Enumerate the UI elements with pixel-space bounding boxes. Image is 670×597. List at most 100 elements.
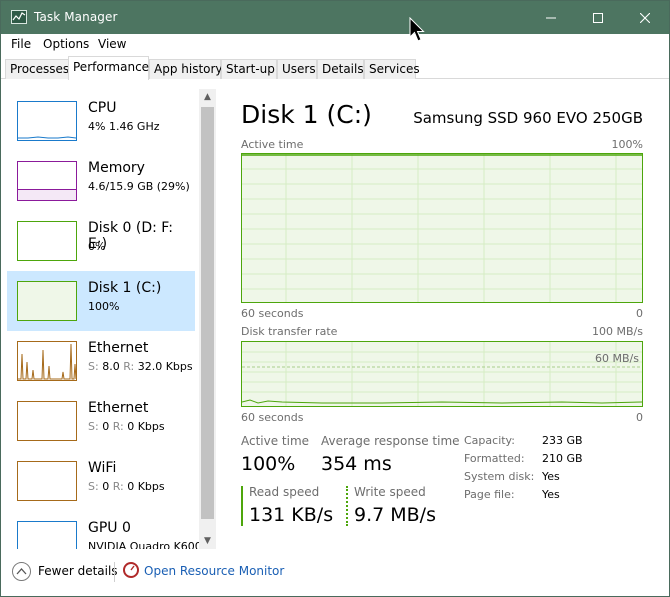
sidebar-item-ethernet-2[interactable]: Ethernet S: 0 R: 0 Kbps xyxy=(7,391,195,451)
tab-details[interactable]: Details xyxy=(317,59,364,79)
transfer-rate-grid xyxy=(242,342,642,406)
sidebar-item-ethernet-1[interactable]: Ethernet S: 8.0 R: 32.0 Kbps xyxy=(7,331,195,391)
sidebar-item-subtitle: 100% xyxy=(88,300,120,313)
performance-sidebar: CPU 4% 1.46 GHz Memory 4.6/15.9 GB (29%)… xyxy=(7,89,217,549)
sidebar-item-disk-0[interactable]: Disk 0 (D: F: E:) 0% xyxy=(7,211,195,271)
footer-bar: Fewer details Open Resource Monitor xyxy=(1,557,669,596)
cpu-thumbnail-graph xyxy=(17,101,77,141)
transfer-rate-graph-min: 0 xyxy=(636,411,643,424)
sidebar-item-gpu-0[interactable]: GPU 0 NVIDIA Quadro K600 xyxy=(7,511,202,549)
formatted-value: 210 GB xyxy=(542,452,583,465)
ethernet-1-thumbnail-graph xyxy=(17,341,77,381)
maximize-icon xyxy=(593,12,603,23)
menu-view[interactable]: View xyxy=(98,37,126,51)
page-file-label: Page file: xyxy=(464,488,515,501)
menu-options[interactable]: Options xyxy=(43,37,89,51)
sidebar-scrollbar[interactable]: ▲ ▼ xyxy=(199,89,216,549)
task-manager-app-icon xyxy=(11,10,27,24)
avg-response-stat-label: Average response time xyxy=(321,434,460,448)
sidebar-item-title: GPU 0 xyxy=(88,520,131,536)
formatted-label: Formatted: xyxy=(464,452,525,465)
tab-processes[interactable]: Processes xyxy=(5,59,69,79)
disk-0-thumbnail-graph xyxy=(17,221,77,261)
sidebar-item-title: CPU xyxy=(88,100,117,116)
chevron-up-icon xyxy=(16,568,27,575)
fewer-details-link[interactable]: Fewer details xyxy=(38,564,118,578)
disk-1-thumbnail-graph xyxy=(17,281,77,321)
sidebar-item-subtitle: 4.6/15.9 GB (29%) xyxy=(88,180,190,193)
sidebar-item-subtitle: 0% xyxy=(88,240,106,253)
tab-bar: Processes Performance App history Start-… xyxy=(1,55,669,80)
transfer-rate-mid-label: 60 MB/s xyxy=(595,352,639,365)
sidebar-item-title: Ethernet xyxy=(88,400,149,416)
title-bar[interactable]: Task Manager xyxy=(1,1,669,34)
sidebar-item-title: Disk 1 (C:) xyxy=(88,280,162,296)
page-title: Disk 1 (C:) xyxy=(241,100,372,129)
sidebar-item-subtitle: 4% 1.46 GHz xyxy=(88,120,160,133)
tab-users[interactable]: Users xyxy=(277,59,317,79)
scroll-down-arrow-icon[interactable]: ▼ xyxy=(199,533,216,549)
ethernet-2-thumbnail-graph xyxy=(17,401,77,441)
tab-services[interactable]: Services xyxy=(364,59,420,79)
tab-app-history[interactable]: App history xyxy=(149,59,223,79)
active-time-stat-value: 100% xyxy=(241,453,296,475)
mouse-cursor-icon xyxy=(409,17,425,42)
avg-response-stat-value: 354 ms xyxy=(321,453,392,475)
capacity-value: 233 GB xyxy=(542,434,583,447)
menu-bar: File Options View xyxy=(1,34,669,54)
page-file-value: Yes xyxy=(542,488,560,501)
gpu-0-thumbnail-graph xyxy=(17,521,77,549)
sidebar-item-title: Ethernet xyxy=(88,340,149,356)
tab-performance[interactable]: Performance xyxy=(68,56,149,80)
task-manager-window: Task Manager File Options View Processes… xyxy=(0,0,670,597)
sidebar-item-subtitle: NVIDIA Quadro K600 xyxy=(88,540,202,549)
sidebar-item-title: Memory xyxy=(88,160,145,176)
active-time-grid xyxy=(242,154,642,302)
active-time-graph-duration: 60 seconds xyxy=(241,307,304,320)
sidebar-item-memory[interactable]: Memory 4.6/15.9 GB (29%) xyxy=(7,151,195,211)
minimize-button[interactable] xyxy=(528,1,574,34)
sidebar-item-subtitle: S: 8.0 R: 32.0 Kbps xyxy=(88,360,193,373)
transfer-rate-graph-label: Disk transfer rate xyxy=(241,325,338,338)
window-title: Task Manager xyxy=(34,10,118,24)
scroll-up-arrow-icon[interactable]: ▲ xyxy=(199,89,216,105)
system-disk-label: System disk: xyxy=(464,470,535,483)
sidebar-item-subtitle: S: 0 R: 0 Kbps xyxy=(88,420,165,433)
transfer-rate-graph-max: 100 MB/s xyxy=(592,325,643,338)
active-time-graph-max: 100% xyxy=(611,138,643,151)
system-disk-value: Yes xyxy=(542,470,560,483)
sidebar-item-title: WiFi xyxy=(88,460,117,476)
menu-file[interactable]: File xyxy=(11,37,31,51)
close-button[interactable] xyxy=(622,1,668,34)
active-time-graph-label: Active time xyxy=(241,138,304,151)
resource-monitor-icon xyxy=(123,562,139,578)
active-time-graph xyxy=(241,153,643,303)
read-speed-indicator xyxy=(241,486,243,526)
disk-model: Samsung SSD 960 EVO 250GB xyxy=(413,109,643,127)
scrollbar-thumb[interactable] xyxy=(201,107,214,519)
active-time-graph-min: 0 xyxy=(636,307,643,320)
footer-divider xyxy=(114,562,115,582)
wifi-thumbnail-graph xyxy=(17,461,77,501)
read-speed-value: 131 KB/s xyxy=(249,504,334,526)
open-resource-monitor-link[interactable]: Open Resource Monitor xyxy=(144,564,284,578)
write-speed-label: Write speed xyxy=(354,485,426,499)
close-icon xyxy=(640,12,650,23)
sidebar-item-disk-1[interactable]: Disk 1 (C:) 100% xyxy=(7,271,195,331)
write-speed-indicator xyxy=(346,486,348,526)
transfer-rate-graph xyxy=(241,341,643,407)
fewer-details-button[interactable] xyxy=(12,562,31,581)
maximize-button[interactable] xyxy=(575,1,621,34)
write-speed-value: 9.7 MB/s xyxy=(354,504,436,526)
active-time-stat-label: Active time xyxy=(241,434,310,448)
read-speed-label: Read speed xyxy=(249,485,320,499)
memory-thumbnail-graph xyxy=(17,161,77,201)
transfer-rate-graph-duration: 60 seconds xyxy=(241,411,304,424)
minimize-icon xyxy=(546,17,556,18)
sidebar-item-cpu[interactable]: CPU 4% 1.46 GHz xyxy=(7,91,195,151)
tab-start-up[interactable]: Start-up xyxy=(221,59,277,79)
sidebar-item-wifi[interactable]: WiFi S: 0 R: 0 Kbps xyxy=(7,451,195,511)
sidebar-item-subtitle: S: 0 R: 0 Kbps xyxy=(88,480,165,493)
disk-detail-panel: Disk 1 (C:) Samsung SSD 960 EVO 250GB Ac… xyxy=(223,89,653,549)
capacity-label: Capacity: xyxy=(464,434,515,447)
